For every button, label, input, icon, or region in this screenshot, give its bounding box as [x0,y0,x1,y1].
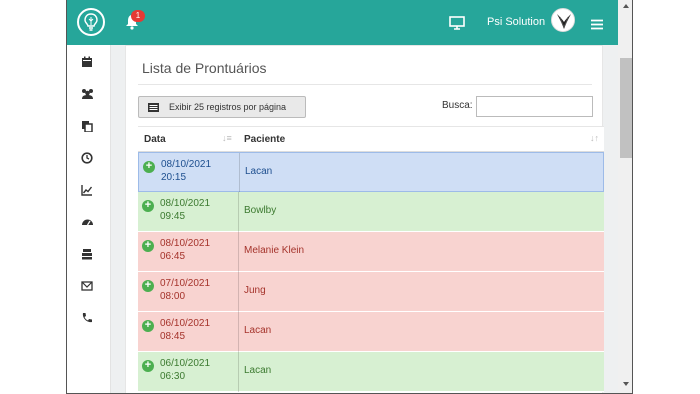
title-divider [138,84,592,85]
sidebar [67,45,111,393]
table-row[interactable]: + 08/10/2021 20:15 Lacan [138,152,604,193]
files-icon[interactable] [81,119,95,133]
table-row[interactable]: + 08/10/2021 06:45 Melanie Klein [138,232,604,272]
row-datetime: 06/10/2021 06:30 [160,358,211,382]
sort-desc-icon[interactable]: ↓≡ [222,133,232,143]
row-datetime: 07/10/2021 08:00 [160,278,211,302]
expand-row-icon[interactable]: + [142,200,154,212]
column-header-paciente[interactable]: Paciente [244,134,285,145]
column-header-data[interactable]: Data [144,134,166,145]
expand-row-icon[interactable]: + [142,240,154,252]
expand-row-icon[interactable]: + [142,280,154,292]
row-datetime: 08/10/2021 06:45 [160,238,211,262]
page-title: Lista de Prontuários [142,60,267,76]
records-table: Data ↓≡ Paciente ↓↑ + 08/10/2021 20:15 La… [138,126,604,392]
dashboard-icon[interactable] [81,215,95,229]
scroll-up-icon[interactable] [623,4,629,8]
mail-icon[interactable] [81,279,95,293]
row-datetime: 06/10/2021 08:45 [160,318,211,342]
sort-both-icon[interactable]: ↓↑ [590,133,599,143]
expand-row-icon[interactable]: + [142,320,154,332]
row-datetime: 08/10/2021 09:45 [160,198,211,222]
row-patient[interactable]: Melanie Klein [244,245,304,256]
row-patient[interactable]: Lacan [244,365,271,376]
list-icon [148,103,159,112]
table-header: Data ↓≡ Paciente ↓↑ [138,126,604,152]
hamburger-icon[interactable] [591,17,603,35]
search-input[interactable] [476,96,593,117]
stack-icon[interactable] [81,247,95,261]
chart-icon[interactable] [81,183,95,197]
expand-row-icon[interactable]: + [143,161,155,173]
row-patient[interactable]: Bowlby [244,205,276,216]
records-card: Lista de Prontuários Exibir 25 registros… [125,45,604,393]
scroll-down-icon[interactable] [623,382,629,386]
clock-icon[interactable] [81,151,95,165]
top-bar: 1 Psi Solution [67,0,618,45]
row-patient[interactable]: Jung [244,285,266,296]
calendar-icon[interactable] [81,55,95,69]
notification-badge: 1 [131,10,145,22]
show-entries-label: Exibir 25 registros por página [169,102,287,112]
table-row[interactable]: + 06/10/2021 06:30 Lacan [138,352,604,392]
row-patient[interactable]: Lacan [245,166,272,177]
app-window: 1 Psi Solution Lista de Prontuários Exib… [66,0,633,394]
avatar[interactable] [551,8,575,32]
row-datetime: 08/10/2021 20:15 [161,159,212,183]
user-name[interactable]: Psi Solution [487,16,545,28]
vertical-scrollbar[interactable] [618,0,632,393]
row-patient[interactable]: Lacan [244,325,271,336]
table-row[interactable]: + 07/10/2021 08:00 Jung [138,272,604,312]
expand-row-icon[interactable]: + [142,360,154,372]
monitor-icon[interactable] [449,16,465,35]
table-row[interactable]: + 08/10/2021 09:45 Bowlby [138,192,604,232]
search-label: Busca: [442,100,473,111]
show-entries-button[interactable]: Exibir 25 registros por página [138,96,306,118]
table-row[interactable]: + 06/10/2021 08:45 Lacan [138,312,604,352]
logo-icon[interactable] [77,8,105,36]
users-icon[interactable] [81,87,95,101]
scrollbar-thumb[interactable] [620,58,632,158]
phone-icon[interactable] [81,311,95,325]
